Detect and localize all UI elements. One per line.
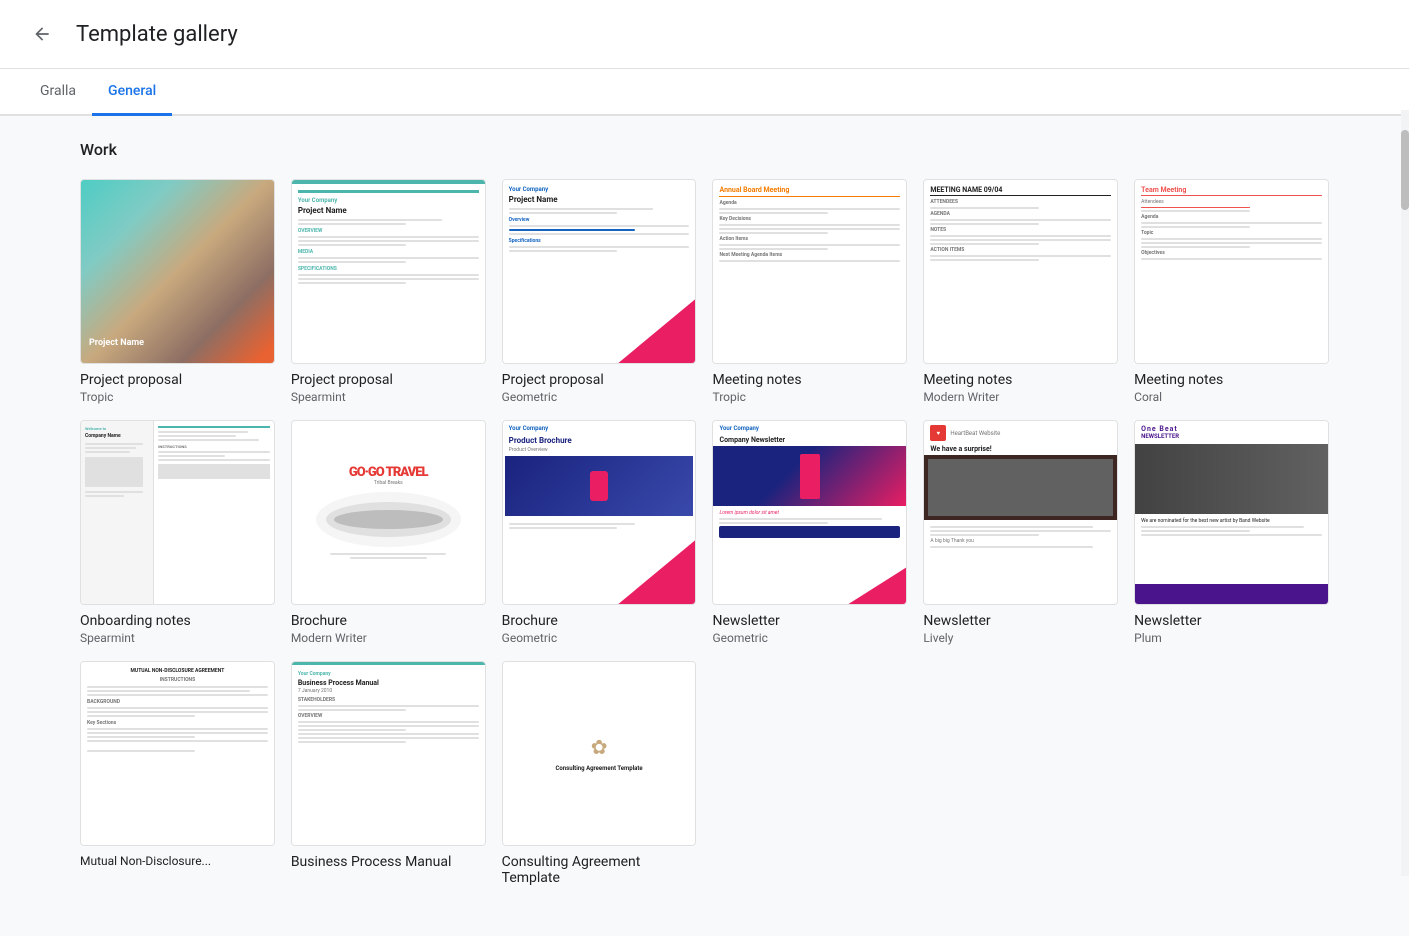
header: Template gallery bbox=[0, 0, 1409, 69]
template-sub: Modern Writer bbox=[923, 390, 1118, 404]
template-name: Meeting notes bbox=[712, 372, 907, 388]
template-meeting-notes-coral[interactable]: Team Meeting Attendees Agenda Topic Obje… bbox=[1134, 179, 1329, 404]
template-sub: Geometric bbox=[712, 631, 907, 645]
template-meeting-notes-tropic[interactable]: Annual Board Meeting Agenda Key Decision… bbox=[712, 179, 907, 404]
template-thumb-brochure-geo: Your Company Product Brochure Product Ov… bbox=[502, 420, 697, 605]
template-thumb-geometric: Your Company Project Name Overview Speci… bbox=[502, 179, 697, 364]
template-project-proposal-tropic[interactable]: Project Name Project proposal Tropic bbox=[80, 179, 275, 404]
tabs-bar: Gralla General bbox=[0, 69, 1409, 116]
template-thumb-newsletter-plum: One Beat NEWSLETTER We are nominated for… bbox=[1134, 420, 1329, 605]
template-name: Newsletter bbox=[1134, 613, 1329, 629]
template-name: Business Process Manual bbox=[291, 854, 486, 870]
template-thumb-brochure-mw: GO·GO TRAVEL Tribal Breaks bbox=[291, 420, 486, 605]
template-newsletter-plum[interactable]: One Beat NEWSLETTER We are nominated for… bbox=[1134, 420, 1329, 645]
template-name: Project proposal bbox=[80, 372, 275, 388]
section-title-work: Work bbox=[80, 140, 1329, 159]
template-sub: Lively bbox=[923, 631, 1118, 645]
template-name: Newsletter bbox=[712, 613, 907, 629]
template-name: Project proposal bbox=[502, 372, 697, 388]
template-project-proposal-geometric[interactable]: Your Company Project Name Overview Speci… bbox=[502, 179, 697, 404]
template-name: Project proposal bbox=[291, 372, 486, 388]
template-bpm[interactable]: Your Company Business Process Manual 7 J… bbox=[291, 661, 486, 888]
template-brochure-mw[interactable]: GO·GO TRAVEL Tribal Breaks Brochure Mode… bbox=[291, 420, 486, 645]
template-sub: Spearmint bbox=[291, 390, 486, 404]
tab-gralla[interactable]: Gralla bbox=[24, 69, 92, 116]
template-gallery-grid: Project Name Project proposal Tropic You… bbox=[80, 179, 1329, 888]
template-thumb-onboarding: Welcome to Company Name bbox=[80, 420, 275, 605]
template-thumb-meeting-tropic: Annual Board Meeting Agenda Key Decision… bbox=[712, 179, 907, 364]
template-project-proposal-spearmint[interactable]: Your Company Project Name OVERVIEW MEDIA… bbox=[291, 179, 486, 404]
template-name: Mutual Non-Disclosure... bbox=[80, 854, 275, 868]
scrollbar-thumb bbox=[1401, 130, 1409, 210]
template-newsletter-geo[interactable]: Your Company Company Newsletter Lorem ip… bbox=[712, 420, 907, 645]
scrollbar[interactable] bbox=[1401, 110, 1409, 876]
template-consulting[interactable]: ✿ Consulting Agreement Template Consulti… bbox=[502, 661, 697, 888]
template-meeting-notes-modern[interactable]: MEETING NAME 09/04 ATTENDEES AGENDA NOTE… bbox=[923, 179, 1118, 404]
template-newsletter-lively[interactable]: ♥ HeartBeat Website We have a surprise! … bbox=[923, 420, 1118, 645]
template-thumb-bpm: Your Company Business Process Manual 7 J… bbox=[291, 661, 486, 846]
tab-general[interactable]: General bbox=[92, 69, 172, 116]
content-area: Work Project Name Project proposal Tropi… bbox=[0, 116, 1409, 936]
template-sub: Tropic bbox=[80, 390, 275, 404]
template-thumb-consulting: ✿ Consulting Agreement Template bbox=[502, 661, 697, 846]
template-name: Newsletter bbox=[923, 613, 1118, 629]
template-sub: Geometric bbox=[502, 390, 697, 404]
template-thumb-nda: MUTUAL NON-DISCLOSURE AGREEMENT INSTRUCT… bbox=[80, 661, 275, 846]
template-thumb-newsletter-lively: ♥ HeartBeat Website We have a surprise! … bbox=[923, 420, 1118, 605]
template-thumb-newsletter-geo: Your Company Company Newsletter Lorem ip… bbox=[712, 420, 907, 605]
page-title: Template gallery bbox=[76, 22, 238, 47]
back-button[interactable] bbox=[24, 16, 60, 52]
template-name: Meeting notes bbox=[923, 372, 1118, 388]
template-sub: Plum bbox=[1134, 631, 1329, 645]
template-name: Brochure bbox=[502, 613, 697, 629]
template-onboarding-spearmint[interactable]: Welcome to Company Name bbox=[80, 420, 275, 645]
template-sub: Geometric bbox=[502, 631, 697, 645]
template-thumb-meeting-modern: MEETING NAME 09/04 ATTENDEES AGENDA NOTE… bbox=[923, 179, 1118, 364]
template-thumb-meeting-coral: Team Meeting Attendees Agenda Topic Obje… bbox=[1134, 179, 1329, 364]
template-brochure-geometric[interactable]: Your Company Product Brochure Product Ov… bbox=[502, 420, 697, 645]
template-name: Consulting Agreement Template bbox=[502, 854, 697, 886]
template-sub: Coral bbox=[1134, 390, 1329, 404]
template-sub: Spearmint bbox=[80, 631, 275, 645]
template-name: Onboarding notes bbox=[80, 613, 275, 629]
template-name: Brochure bbox=[291, 613, 486, 629]
template-sub: Modern Writer bbox=[291, 631, 486, 645]
template-thumb-spearmint: Your Company Project Name OVERVIEW MEDIA… bbox=[291, 179, 486, 364]
template-nda[interactable]: MUTUAL NON-DISCLOSURE AGREEMENT INSTRUCT… bbox=[80, 661, 275, 888]
template-sub: Tropic bbox=[712, 390, 907, 404]
template-name: Meeting notes bbox=[1134, 372, 1329, 388]
template-thumb-tropic: Project Name bbox=[80, 179, 275, 364]
